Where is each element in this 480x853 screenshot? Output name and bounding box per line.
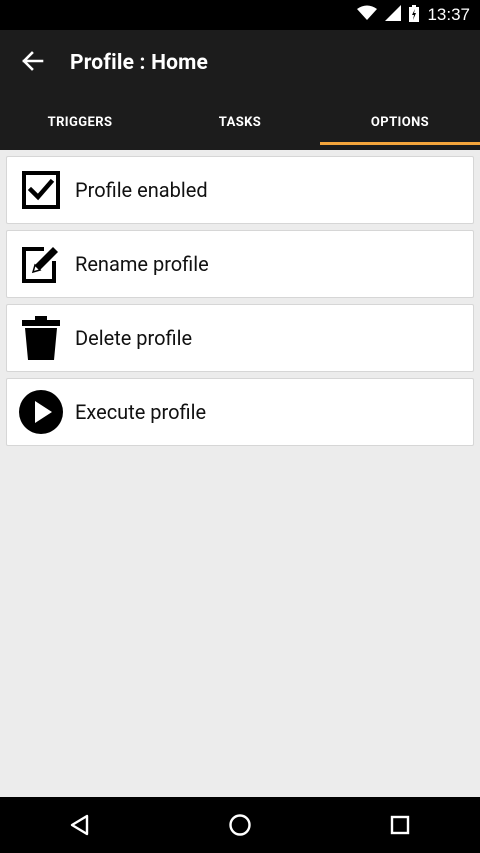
tab-triggers[interactable]: TRIGGERS: [0, 96, 160, 150]
checkbox-checked-icon: [7, 156, 75, 224]
profile-enabled-item[interactable]: Profile enabled: [6, 156, 474, 224]
tab-tasks[interactable]: TASKS: [160, 96, 320, 150]
status-bar: 13:37: [0, 0, 480, 30]
play-circle-icon: [7, 378, 75, 446]
back-button[interactable]: [16, 46, 50, 80]
list-item-label: Delete profile: [75, 326, 193, 350]
tab-options[interactable]: OPTIONS: [320, 96, 480, 150]
recents-nav-icon[interactable]: [370, 797, 430, 853]
status-icons: 13:37: [357, 0, 470, 30]
options-list: Profile enabled Rename profile Delete pr…: [6, 156, 474, 452]
page-title: Profile : Home: [70, 51, 209, 75]
navigation-bar: [0, 797, 480, 853]
execute-profile-item[interactable]: Execute profile: [6, 378, 474, 446]
status-time: 13:37: [427, 5, 470, 24]
rename-profile-item[interactable]: Rename profile: [6, 230, 474, 298]
app-bar: Profile : Home: [0, 30, 480, 96]
edit-icon: [7, 230, 75, 298]
delete-profile-item[interactable]: Delete profile: [6, 304, 474, 372]
signal-icon: [385, 5, 402, 25]
wifi-icon: [357, 5, 378, 25]
trash-icon: [7, 304, 75, 372]
home-nav-icon[interactable]: [210, 797, 270, 853]
list-item-label: Execute profile: [75, 400, 207, 424]
tab-bar: TRIGGERS TASKS OPTIONS: [0, 96, 480, 150]
list-item-label: Rename profile: [75, 252, 209, 276]
back-nav-icon[interactable]: [50, 797, 110, 853]
list-item-label: Profile enabled: [75, 178, 208, 202]
battery-icon: [409, 4, 420, 26]
arrow-left-icon: [22, 51, 44, 75]
